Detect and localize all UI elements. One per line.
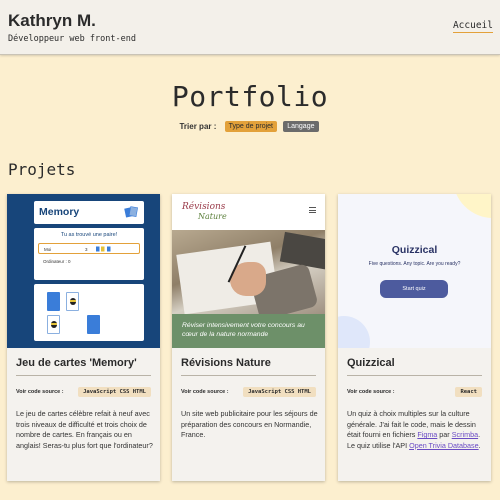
page-title: Portfolio — [171, 80, 329, 113]
site-owner-role: Développeur web front-end — [8, 34, 136, 44]
revisions-banner-text: Réviser intensivement votre concours au … — [182, 322, 305, 338]
project-title: Quizzical — [347, 357, 395, 369]
decorative-blob — [338, 316, 370, 348]
hamburger-menu-icon — [309, 207, 316, 213]
memory-computer-score: Ordinateur : 0 — [43, 259, 71, 264]
sort-by-project-type-button[interactable]: Type de projet — [224, 121, 277, 132]
memory-player-score: Moi 3 — [38, 243, 140, 254]
memory-card-back — [87, 315, 100, 334]
memory-board — [34, 284, 144, 341]
source-code-link[interactable]: React — [455, 387, 482, 397]
source-code-label: Voir code source : — [181, 389, 229, 395]
source-code-link[interactable]: JavaScript CSS HTML — [243, 387, 316, 397]
memory-status-panel: Tu as trouvé une paire! Moi 3 Ordinateur… — [34, 228, 144, 280]
project-description: Un site web publicitaire pour les séjour… — [181, 409, 318, 440]
source-code-label: Voir code source : — [347, 389, 395, 395]
site-owner-name: Kathryn M. — [8, 11, 96, 30]
memory-app-title: Memory — [39, 206, 80, 218]
project-title: Révisions Nature — [181, 357, 271, 369]
revisions-logo-line2: Nature — [198, 212, 227, 221]
divider — [347, 375, 482, 376]
figma-link[interactable]: Figma — [417, 430, 437, 439]
scrimba-link[interactable]: Scrimba — [452, 430, 478, 439]
project-thumbnail-memory[interactable]: Memory Tu as trouvé une paire! Moi 3 Ord… — [7, 194, 160, 348]
quizzical-tagline: Five questions. Any topic. Are you ready… — [368, 261, 461, 267]
project-card-revisions-nature: Révisions Nature Réviser intensivement v… — [172, 194, 325, 481]
site-header: Kathryn M. Développeur web front-end Acc… — [0, 0, 500, 55]
project-card-quizzical: Quizzical Five questions. Any topic. Are… — [338, 194, 491, 481]
studying-photo — [172, 230, 325, 314]
revisions-logo-line1: Révisions — [182, 202, 226, 212]
source-code-link[interactable]: JavaScript CSS HTML — [78, 387, 151, 397]
nav-link-home[interactable]: Accueil — [452, 20, 493, 33]
project-thumbnail-quizzical[interactable]: Quizzical Five questions. Any topic. Are… — [338, 194, 491, 348]
start-quiz-button[interactable]: Start quiz — [380, 280, 448, 298]
decorative-blob — [453, 194, 491, 218]
source-code-label: Voir code source : — [16, 389, 64, 395]
divider — [16, 375, 151, 376]
sort-label: Trier par : — [179, 121, 217, 131]
sort-by-language-button[interactable]: Langage — [283, 121, 319, 132]
quizzical-title: Quizzical — [391, 244, 438, 256]
projects-heading: Projets — [8, 160, 76, 179]
project-description: Un quiz à choix multiples sur la culture… — [347, 409, 481, 450]
project-card-memory: Memory Tu as trouvé une paire! Moi 3 Ord… — [7, 194, 160, 481]
project-thumbnail-revisions-nature[interactable]: Révisions Nature Réviser intensivement v… — [172, 194, 325, 348]
cards-icon — [124, 206, 138, 218]
memory-card-bee — [66, 292, 79, 311]
memory-header: Memory — [34, 201, 144, 224]
project-description: Le jeu de cartes célèbre refait à neuf a… — [16, 409, 153, 450]
project-title: Jeu de cartes 'Memory' — [16, 357, 137, 369]
memory-message: Tu as trouvé une paire! — [60, 232, 118, 238]
memory-card-back — [47, 292, 60, 311]
memory-card-bee — [47, 315, 60, 334]
pair-icons — [96, 246, 111, 252]
divider — [181, 375, 316, 376]
open-trivia-database-link[interactable]: Open Trivia Database — [409, 441, 479, 450]
sort-controls: Trier par : Type de projet Langage — [0, 121, 500, 132]
revisions-banner: Réviser intensivement votre concours au … — [172, 314, 325, 348]
